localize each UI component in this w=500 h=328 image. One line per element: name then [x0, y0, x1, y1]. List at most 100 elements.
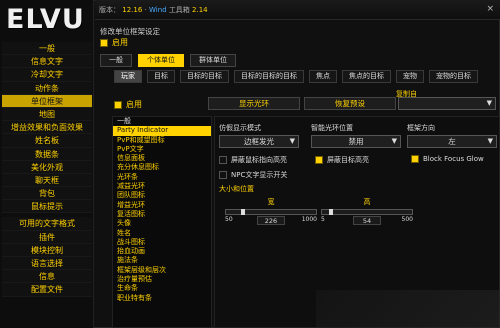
- sidebar-item[interactable]: 背包: [2, 187, 92, 201]
- separator-dot: ·: [144, 6, 147, 14]
- width-max: 1000: [301, 216, 317, 223]
- list-item[interactable]: 团队图标: [113, 191, 211, 200]
- version-number: 12.16: [122, 6, 143, 14]
- glow-position-value: 禁用: [348, 137, 364, 146]
- list-item[interactable]: 头像: [113, 219, 211, 228]
- width-label: 宽: [267, 198, 275, 206]
- hide-mouseover-label: 屏蔽鼠标指向高亮: [231, 156, 287, 164]
- sidebar-item[interactable]: 一般: [2, 42, 92, 56]
- list-item[interactable]: 一般: [113, 117, 211, 126]
- npc-text-option[interactable]: NPC文字显示开关: [219, 170, 287, 180]
- list-item[interactable]: 职业特有条: [113, 294, 211, 303]
- hide-target-option[interactable]: 屏蔽目标高亮: [315, 155, 369, 165]
- height-max: 500: [401, 216, 413, 223]
- list-item[interactable]: 治疗量预估: [113, 275, 211, 284]
- height-slider-values: 5 54 500: [321, 215, 413, 225]
- glow-position-label: 智能光环位置: [311, 124, 353, 132]
- height-min: 5: [321, 216, 325, 223]
- sidebar-item[interactable]: 增益效果和负面效果: [2, 121, 92, 135]
- list-item[interactable]: 施法条: [113, 256, 211, 265]
- sidebar-item[interactable]: 数据条: [2, 147, 92, 161]
- size-position-heading: 大小和位置: [219, 185, 254, 193]
- height-label: 高: [363, 198, 371, 206]
- checkbox-icon[interactable]: [315, 156, 323, 164]
- hide-mouseover-option[interactable]: 屏蔽鼠标指向高亮: [219, 155, 287, 165]
- list-item[interactable]: 充分休息图标: [113, 163, 211, 172]
- sidebar-item[interactable]: 姓名板: [2, 134, 92, 148]
- close-icon[interactable]: ×: [486, 4, 494, 14]
- sidebar-item[interactable]: 配置文件: [2, 283, 92, 297]
- title-bar: 版本： 12.16 · Wind 工具箱 2.14 ×: [95, 0, 500, 20]
- block-focus-option[interactable]: Block Focus Glow: [411, 155, 484, 163]
- tab-focustarget[interactable]: 焦点的目标: [342, 70, 391, 83]
- reset-defaults-button[interactable]: 恢复预设: [304, 97, 396, 110]
- checkbox-icon[interactable]: [114, 100, 122, 109]
- checkbox-icon[interactable]: [411, 155, 419, 163]
- chevron-down-icon: ▼: [289, 137, 295, 145]
- sidebar-item[interactable]: 信息: [2, 270, 92, 284]
- glow-mode-dropdown[interactable]: 边框发光 ▼: [219, 135, 299, 148]
- list-item[interactable]: 姓名: [113, 229, 211, 238]
- sidebar-item[interactable]: 插件: [2, 230, 92, 244]
- list-item[interactable]: 光环条: [113, 173, 211, 182]
- chevron-down-icon: ▼: [487, 137, 493, 145]
- height-value-input[interactable]: 54: [353, 216, 381, 225]
- tab-targettarget[interactable]: 目标的目标: [180, 70, 229, 83]
- unit-enable-toggle[interactable]: 启用: [114, 99, 142, 110]
- tab-individual-units[interactable]: 个体单位: [138, 54, 184, 67]
- list-item[interactable]: 框架层级和层次: [113, 266, 211, 275]
- width-slider[interactable]: 宽 50 226 1000: [225, 197, 317, 225]
- sidebar-item-unitframes[interactable]: 单位框架: [2, 94, 92, 108]
- tab-group-units[interactable]: 群体单位: [190, 54, 236, 67]
- tab-general[interactable]: 一般: [100, 54, 132, 67]
- list-item[interactable]: PvP文字: [113, 145, 211, 154]
- glow-mode-label: 仿假显示模式: [219, 124, 261, 132]
- sidebar-item[interactable]: 鼠标提示: [2, 200, 92, 214]
- checkbox-icon[interactable]: [100, 38, 108, 47]
- checkbox-icon[interactable]: [219, 171, 227, 179]
- show-aura-button[interactable]: 显示光环: [208, 97, 300, 110]
- list-item[interactable]: 复活图标: [113, 210, 211, 219]
- elvui-logo: ELVU: [6, 4, 85, 35]
- tab-target[interactable]: 目标: [147, 70, 175, 83]
- sidebar-item[interactable]: 聊天框: [2, 173, 92, 188]
- list-item[interactable]: 生命条: [113, 284, 211, 293]
- width-slider-values: 50 226 1000: [225, 215, 317, 225]
- section-title: 修改单位框架设定: [100, 27, 160, 36]
- toolbox-label: 工具箱: [168, 6, 190, 14]
- tab-pettarget[interactable]: 宠物的目标: [429, 70, 478, 83]
- sidebar-item[interactable]: 信息文字: [2, 55, 92, 69]
- tab-pet[interactable]: 宠物: [396, 70, 424, 83]
- frame-direction-value: 左: [448, 137, 456, 146]
- sidebar-item[interactable]: 语言选择: [2, 257, 92, 271]
- sidebar: ELVU 一般 信息文字 冷却文字 动作条 单位框架 地图 增益效果和负面效果 …: [0, 0, 94, 328]
- sidebar-item[interactable]: 模块控制: [2, 243, 92, 257]
- enable-toggle[interactable]: 启用: [100, 37, 128, 48]
- tab-player[interactable]: 玩家: [114, 70, 142, 83]
- list-item-selected[interactable]: Party Indicator: [113, 126, 211, 136]
- list-item[interactable]: 增益光环: [113, 201, 211, 210]
- sidebar-item[interactable]: 可用的文字格式: [2, 217, 92, 231]
- copy-from-dropdown[interactable]: ▼: [398, 97, 496, 110]
- unit-enable-label: 启用: [126, 100, 142, 109]
- tab-focus[interactable]: 焦点: [309, 70, 337, 83]
- tab-targettargettarget[interactable]: 目标的目标的目标: [234, 70, 304, 83]
- glow-position-dropdown[interactable]: 禁用 ▼: [311, 135, 401, 148]
- list-item[interactable]: 减益光环: [113, 182, 211, 191]
- frame-direction-label: 框架方向: [407, 124, 435, 132]
- list-item[interactable]: 战斗图标: [113, 238, 211, 247]
- options-list: 一般 Party Indicator PvP和威望图标 PvP文字 信息面板 充…: [112, 116, 212, 328]
- chevron-down-icon: ▼: [391, 137, 397, 145]
- version-label: 版本：: [99, 6, 120, 14]
- sidebar-item[interactable]: 冷却文字: [2, 68, 92, 82]
- sidebar-item[interactable]: 美化外观: [2, 160, 92, 174]
- sidebar-item[interactable]: 动作条: [2, 81, 92, 95]
- height-slider[interactable]: 高 5 54 500: [321, 197, 413, 225]
- checkbox-icon[interactable]: [219, 156, 227, 164]
- main-tabs: 一般 个体单位 群体单位: [100, 54, 236, 67]
- sidebar-item[interactable]: 地图: [2, 107, 92, 122]
- frame-direction-dropdown[interactable]: 左 ▼: [407, 135, 497, 148]
- width-value-input[interactable]: 226: [257, 216, 285, 225]
- npc-text-label: NPC文字显示开关: [231, 171, 288, 179]
- list-item[interactable]: PvP和威望图标: [113, 136, 211, 145]
